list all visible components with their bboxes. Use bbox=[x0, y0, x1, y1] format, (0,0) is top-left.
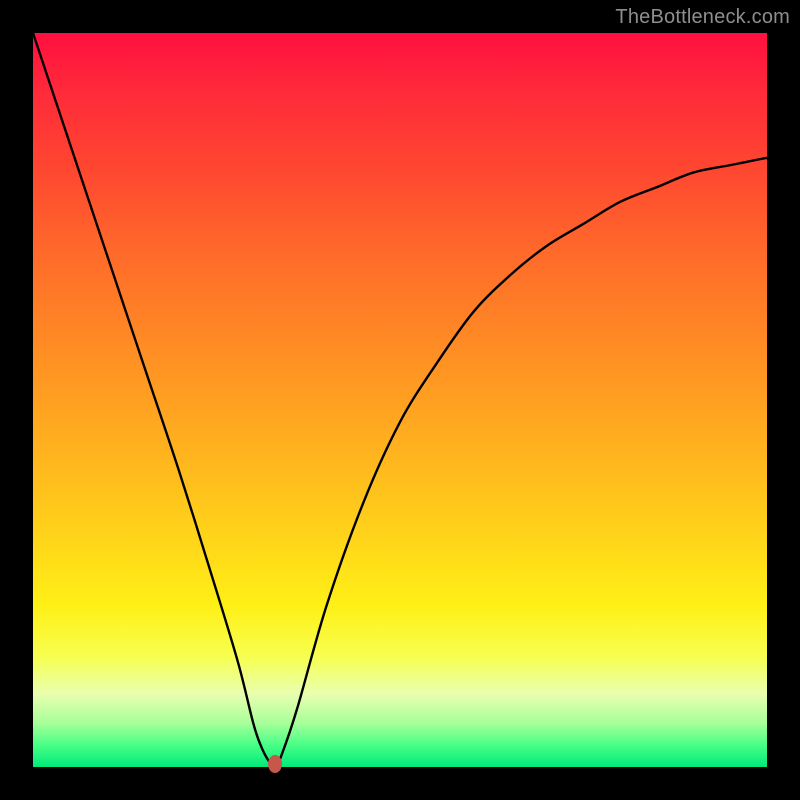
optimal-point-marker bbox=[268, 755, 282, 773]
plot-area bbox=[33, 33, 767, 767]
watermark-text: TheBottleneck.com bbox=[615, 6, 790, 29]
bottleneck-curve bbox=[33, 33, 767, 767]
chart-frame: TheBottleneck.com bbox=[0, 0, 800, 800]
